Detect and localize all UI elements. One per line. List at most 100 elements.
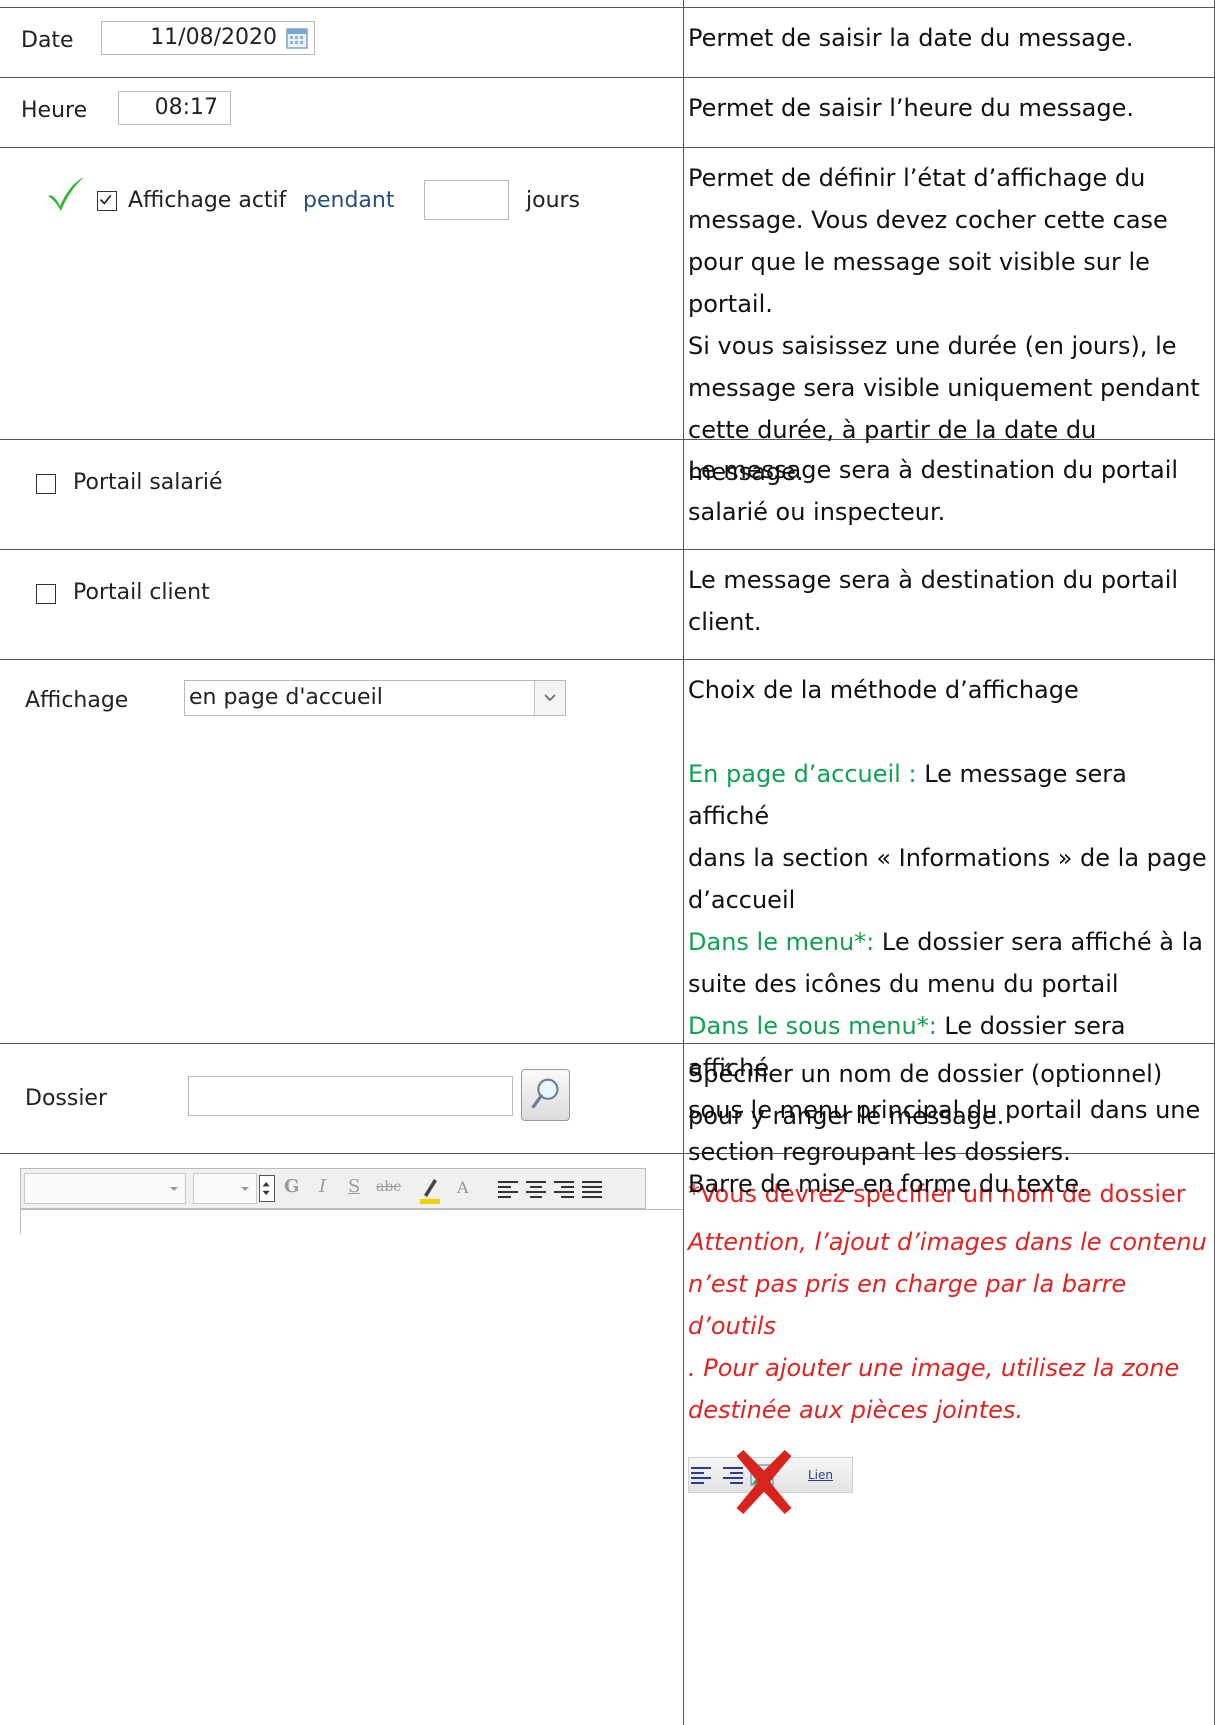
- option-key: En page d’accueil :: [688, 760, 917, 788]
- date-input[interactable]: 11/08/2020: [101, 21, 315, 55]
- row-affichage-actif: Affichage actif pendant jours Permet de …: [0, 148, 1215, 486]
- align-center-icon[interactable]: [525, 1179, 547, 1199]
- magnifier-icon: [531, 1078, 559, 1109]
- option-key: Dans le sous menu*:: [688, 1012, 937, 1040]
- dropdown-button[interactable]: [534, 681, 565, 715]
- font-color-button[interactable]: A: [457, 1178, 469, 1197]
- font-family-select[interactable]: [24, 1173, 186, 1204]
- description-line: Le message sera à destination du portail: [688, 566, 1179, 594]
- date-label: Date: [21, 28, 74, 53]
- portail-salarie-checkbox[interactable]: [36, 474, 56, 494]
- pendant-label: pendant: [303, 188, 395, 213]
- option-line: Dans le menu*: Le dossier sera affiché à…: [688, 921, 1210, 963]
- description-line: Si vous saisissez une durée (en jours), …: [688, 332, 1177, 360]
- underline-button[interactable]: S: [348, 1176, 360, 1197]
- description-line: message. Vous devez cocher cette case: [688, 206, 1168, 234]
- align-justify-icon[interactable]: [581, 1179, 603, 1199]
- align-right-icon[interactable]: [553, 1179, 575, 1199]
- description-line: salarié ou inspecteur.: [688, 498, 946, 526]
- dossier-label: Dossier: [25, 1086, 108, 1111]
- row-portail-salarie: Portail salarié Le message sera à destin…: [0, 440, 1215, 549]
- row-description: Le message sera à destination du portail…: [688, 449, 1210, 533]
- affichage-select-value: en page d'accueil: [189, 685, 383, 710]
- strikethrough-button[interactable]: abc: [376, 1179, 401, 1195]
- warning-line: destinée aux pièces jointes.: [688, 1396, 1024, 1424]
- portail-client-label: Portail client: [73, 580, 210, 605]
- italic-button[interactable]: I: [319, 1176, 326, 1197]
- description-text: Permet de saisir l’heure du message.: [688, 94, 1134, 122]
- row-description: Spécifier un nom de dossier (optionnel) …: [688, 1053, 1210, 1137]
- warning-line: n’est pas pris en charge par la barre d’…: [688, 1270, 1127, 1340]
- row-portail-client: Portail client Le message sera à destina…: [0, 550, 1215, 659]
- description-line: Spécifier un nom de dossier (optionnel): [688, 1060, 1163, 1088]
- size-stepper[interactable]: [259, 1175, 275, 1202]
- affichage-select[interactable]: en page d'accueil: [184, 680, 566, 716]
- description-line: Le message sera à destination du portail: [688, 456, 1179, 484]
- description-title: Barre de mise en forme du texte.: [688, 1170, 1087, 1198]
- formatting-toolbar: G I S abc A: [20, 1168, 646, 1209]
- editor-content-area[interactable]: [21, 1210, 681, 1410]
- row-heure: Heure 08:17 Permet de saisir l’heure du …: [0, 78, 1215, 147]
- row-left-cell: Portail salarié: [0, 440, 683, 549]
- green-checkmark-icon: [48, 177, 84, 211]
- chevron-down-icon: [170, 1187, 178, 1191]
- chevron-down-icon: [241, 1187, 249, 1191]
- row-left-cell: Dossier: [0, 1044, 683, 1153]
- row-left-cell: Portail client: [0, 550, 683, 659]
- option-line: d’accueil: [688, 886, 796, 914]
- description-line: pour y ranger le message.: [688, 1102, 1005, 1130]
- heure-label: Heure: [21, 98, 88, 123]
- description-line: portail.: [688, 290, 773, 318]
- description-title: Choix de la méthode d’affichage: [688, 676, 1079, 704]
- row-left-cell: Date 11/08/2020: [0, 8, 683, 77]
- row-left-cell: Heure 08:17: [0, 78, 683, 147]
- highlighter-icon[interactable]: [416, 1173, 444, 1205]
- row-left-cell: Affichage actif pendant jours: [0, 148, 683, 439]
- dossier-search-button[interactable]: [521, 1069, 570, 1121]
- jours-label: jours: [526, 188, 581, 213]
- red-cross-icon: [736, 1449, 792, 1515]
- portail-salarie-label: Portail salarié: [73, 470, 223, 495]
- bold-button[interactable]: G: [284, 1176, 299, 1197]
- duration-input[interactable]: [424, 180, 509, 220]
- description-line: Permet de définir l’état d’affichage du: [688, 164, 1146, 192]
- row-description: Barre de mise en forme du texte. Attenti…: [688, 1163, 1210, 1515]
- chevron-down-icon: [544, 694, 556, 702]
- row-affichage-methode: Affichage en page d'accueil Choix de la …: [0, 660, 1215, 1208]
- calendar-icon[interactable]: [285, 26, 309, 50]
- toolbar-excerpt-image: Lien: [688, 1449, 858, 1515]
- option-key: Dans le menu*:: [688, 928, 875, 956]
- affichage-actif-checkbox[interactable]: [97, 191, 117, 211]
- row-toolbar: G I S abc A Barre de mise en forme du te…: [0, 1154, 1215, 1725]
- row-left-cell: G I S abc A: [0, 1154, 683, 1725]
- row-left-cell: Affichage en page d'accueil: [0, 660, 683, 1043]
- row-description: Permet de saisir la date du message.: [688, 17, 1210, 59]
- heure-input[interactable]: 08:17: [118, 91, 231, 125]
- checkmark-icon: [99, 194, 112, 205]
- warning-line: . Pour ajouter une image, utilisez la zo…: [688, 1354, 1180, 1382]
- description-line: pour que le message soit visible sur le: [688, 248, 1150, 276]
- row-dossier: Dossier Spécifier un nom de dossier (opt…: [0, 1044, 1215, 1153]
- portail-client-checkbox[interactable]: [36, 584, 56, 604]
- row-date: Date 11/08/2020 Permet de saisir la date…: [0, 8, 1215, 77]
- heure-value: 08:17: [154, 95, 218, 120]
- link-button: Lien: [808, 1468, 834, 1482]
- row-description: Permet de saisir l’heure du message.: [688, 87, 1210, 129]
- description-line: client.: [688, 608, 762, 636]
- affichage-label: Affichage: [25, 688, 129, 713]
- align-left-icon: [691, 1467, 711, 1484]
- warning-line: Attention, l’ajout d’images dans le cont…: [688, 1228, 1207, 1256]
- option-line: suite des icônes du menu du portail: [688, 970, 1119, 998]
- option-text: Le dossier sera affiché à la: [874, 928, 1203, 956]
- dossier-input[interactable]: [188, 1076, 513, 1116]
- stepper-arrows-icon: [262, 1181, 270, 1196]
- font-size-select[interactable]: [193, 1173, 257, 1204]
- align-left-icon[interactable]: [497, 1179, 519, 1199]
- description-line: message sera visible uniquement pendant: [688, 374, 1200, 402]
- option-line: dans la section « Informations » de la p…: [688, 844, 1207, 872]
- row-description: Le message sera à destination du portail…: [688, 559, 1210, 643]
- affichage-actif-label: Affichage actif: [128, 188, 287, 213]
- date-value: 11/08/2020: [150, 25, 277, 50]
